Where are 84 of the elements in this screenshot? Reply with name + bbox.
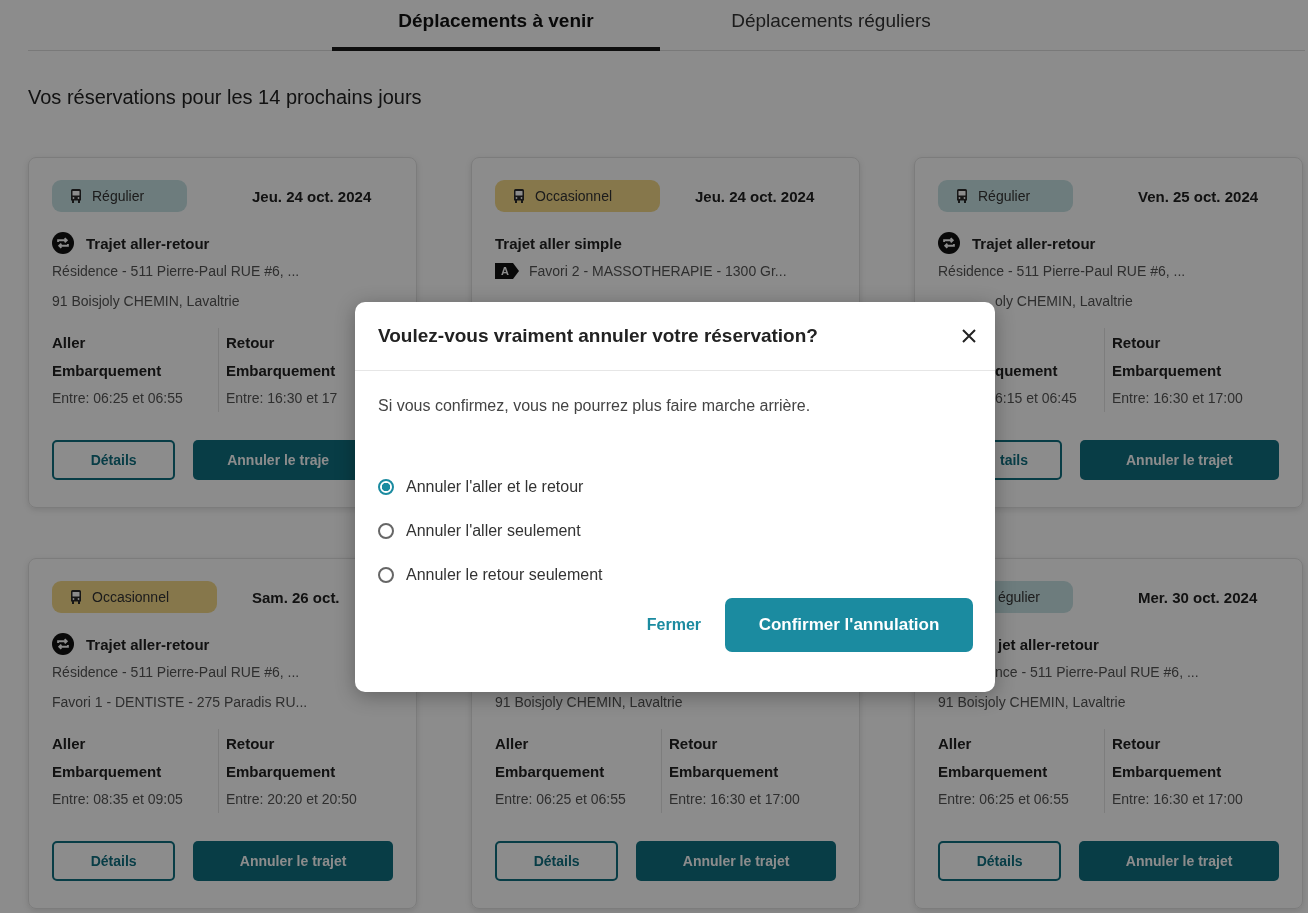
leg-title: Aller — [52, 734, 86, 752]
origin-address: Résidence - 511 Pierre-Paul RUE #6, ... — [938, 263, 1186, 279]
boarding-time: Entre: 16:30 et 17:00 — [1112, 390, 1243, 406]
boarding-time: Entre: 06:25 et 06:55 — [495, 791, 626, 807]
leg-title: Retour — [669, 734, 718, 752]
trip-date: Ven. 25 oct. 2024 — [1138, 187, 1259, 205]
origin-address: nce - 511 Pierre-Paul RUE #6, ... — [995, 664, 1199, 680]
option-label[interactable]: Annuler le retour seulement — [406, 566, 603, 584]
leg-title: Retour — [1112, 333, 1161, 351]
badge-label: Régulier — [978, 188, 1031, 204]
boarding-time: Entre: 08:35 et 09:05 — [52, 791, 183, 807]
trip-type: Trajet aller-retour — [86, 234, 210, 252]
boarding-label: Embarquement — [226, 762, 336, 780]
tab[interactable]: Déplacements réguliers — [660, 0, 1002, 51]
boarding-label: Embarquement — [669, 762, 779, 780]
trip-date: Sam. 26 oct. — [252, 588, 340, 606]
details-button[interactable]: Détails — [938, 841, 1062, 881]
origin-address: Résidence - 511 Pierre-Paul RUE #6, ... — [52, 664, 300, 680]
boarding-label: Embarquement — [1112, 762, 1222, 780]
details-button[interactable]: Détails — [52, 841, 176, 881]
boarding-time: Entre: 06:25 et 06:55 — [52, 390, 183, 406]
boarding-time: Entre: 16:30 et 17:00 — [1112, 791, 1243, 807]
details-button[interactable]: Détails — [495, 841, 619, 881]
details-button[interactable]: Détails — [52, 440, 176, 480]
close-icon[interactable] — [961, 328, 977, 344]
boarding-label: Embarquement — [52, 762, 162, 780]
leg-title: Retour — [226, 734, 275, 752]
close-button[interactable]: Fermer — [640, 615, 707, 635]
trip-date: Jeu. 24 oct. 2024 — [695, 187, 815, 205]
boarding-label: quement — [995, 361, 1058, 379]
bus-icon — [511, 188, 527, 204]
option-label[interactable]: Annuler l'aller et le retour — [406, 478, 584, 496]
origin-address: Résidence - 511 Pierre-Paul RUE #6, ... — [52, 263, 300, 279]
destination-address: 91 Boisjoly CHEMIN, Lavaltrie — [52, 293, 240, 309]
destination-address: 91 Boisjoly CHEMIN, Lavaltrie — [495, 694, 683, 710]
boarding-time: Entre: 20:20 et 20:50 — [226, 791, 357, 807]
destination-address: Favori 1 - DENTISTE - 275 Paradis RU... — [52, 694, 308, 710]
destination-address: oly CHEMIN, Lavaltrie — [995, 293, 1133, 309]
boarding-label: Embarquement — [52, 361, 162, 379]
boarding-label: Embarquement — [938, 762, 1048, 780]
confirm-button[interactable]: Confirmer l'annulation — [725, 598, 973, 652]
cancel-trip-button[interactable]: Annuler le trajet — [193, 841, 393, 881]
trip-date: Jeu. 24 oct. 2024 — [252, 187, 372, 205]
leg-title: Aller — [495, 734, 529, 752]
boarding-time: 6:15 et 06:45 — [995, 390, 1077, 406]
dialog-message: Si vous confirmez, vous ne pourrez plus faire marche arrière. — [378, 397, 812, 415]
leg-title: Retour — [1112, 734, 1161, 752]
trip-type: jet aller-retour — [998, 635, 1099, 653]
cancel-trip-button[interactable]: Annuler le trajet — [636, 841, 836, 881]
badge-label: Occasionnel — [535, 188, 613, 204]
bus-icon — [68, 188, 84, 204]
radio-button[interactable] — [378, 479, 394, 495]
option-label[interactable]: Annuler l'aller seulement — [406, 522, 581, 540]
boarding-time: Entre: 06:25 et 06:55 — [938, 791, 1069, 807]
radio-button[interactable] — [378, 523, 394, 539]
bus-icon — [68, 589, 84, 605]
dialog-title: Voulez-vous vraiment annuler votre réservation? — [378, 325, 818, 347]
bus-icon — [954, 188, 970, 204]
boarding-label: Embarquement — [226, 361, 336, 379]
badge-label: Occasionnel — [92, 589, 170, 605]
boarding-time: Entre: 16:30 et 17:00 — [669, 791, 800, 807]
boarding-time: Entre: 16:30 et 17 — [226, 390, 338, 406]
leg-title: Retour — [226, 333, 275, 351]
trip-type: Trajet aller-retour — [972, 234, 1096, 252]
origin-address: Favori 2 - MASSOTHERAPIE - 1300 Gr... — [529, 263, 787, 279]
trip-type: Trajet aller simple — [495, 234, 622, 252]
cancel-trip-button[interactable]: Annuler le trajet — [1079, 440, 1279, 480]
leg-title: Aller — [52, 333, 86, 351]
boarding-label: Embarquement — [1112, 361, 1222, 379]
trip-date: Mer. 30 oct. 2024 — [1138, 588, 1258, 606]
badge-label: Régulier — [92, 188, 145, 204]
section-heading: Vos réservations pour les 14 prochains jours — [28, 86, 423, 109]
cancel-trip-button[interactable]: Annuler le trajet — [1079, 841, 1279, 881]
leg-title: Aller — [938, 734, 972, 752]
location-tag: A — [495, 263, 519, 279]
trip-type: Trajet aller-retour — [86, 635, 210, 653]
badge-label: égulier — [998, 589, 1041, 605]
round-trip-icon — [938, 232, 960, 254]
round-trip-icon — [52, 633, 74, 655]
radio-button[interactable] — [378, 567, 394, 583]
round-trip-icon — [52, 232, 74, 254]
tab[interactable]: Déplacements à venir — [332, 0, 660, 51]
boarding-label: Embarquement — [495, 762, 605, 780]
destination-address: 91 Boisjoly CHEMIN, Lavaltrie — [938, 694, 1126, 710]
